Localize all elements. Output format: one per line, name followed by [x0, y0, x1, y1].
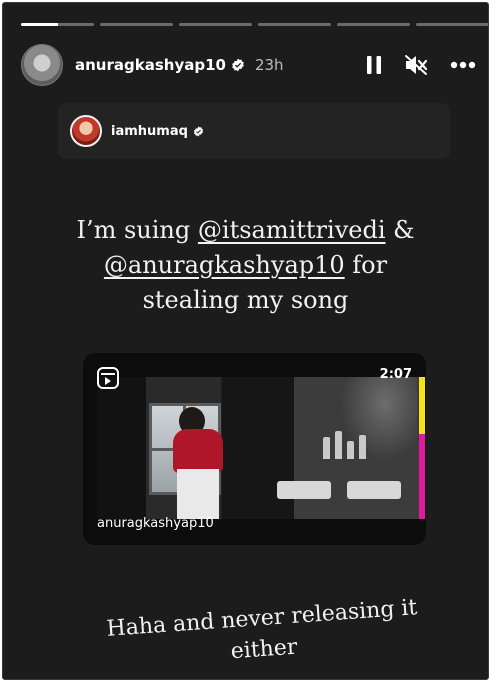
story-controls: [366, 54, 476, 76]
progress-segment: [416, 23, 488, 26]
caption-text: I’m suing: [76, 216, 198, 244]
reshared-avatar: [70, 115, 102, 147]
reel-icon: [97, 367, 119, 389]
caption-text: &: [385, 216, 415, 244]
story-caption: I’m suing @itsamittrivedi & @anuragkashy…: [63, 213, 428, 318]
progress-segment: [337, 23, 410, 26]
color-strip: [419, 377, 425, 519]
progress-segment: [100, 23, 173, 26]
reel-preview[interactable]: 2:07 anuragkashyap10: [83, 353, 426, 545]
pause-icon[interactable]: [366, 55, 382, 75]
video-username: anuragkashyap10: [97, 516, 214, 531]
video-frame: [97, 377, 425, 519]
story-viewer[interactable]: anuragkashyap10 23h iamhumaq I’m suing @…: [2, 2, 489, 680]
progress-segment: [258, 23, 331, 26]
reshared-username: iamhumaq: [111, 123, 188, 139]
story-header: anuragkashyap10 23h: [21, 43, 476, 87]
caption-text: for: [344, 251, 388, 279]
post-time: 23h: [254, 56, 284, 74]
verified-badge-icon: [232, 58, 244, 72]
avatar[interactable]: [21, 44, 63, 86]
progress-bar: [21, 23, 488, 26]
verified-badge-icon: [193, 125, 204, 137]
progress-segment: [21, 23, 94, 26]
progress-segment: [179, 23, 252, 26]
story-caption-secondary: Haha and never releasing it either: [71, 590, 454, 678]
video-duration: 2:07: [379, 367, 412, 382]
bottles-image: [319, 429, 379, 459]
username[interactable]: anuragkashyap10: [75, 56, 226, 74]
mention-anuragkashyap10[interactable]: @anuragkashyap10: [104, 251, 345, 279]
more-icon[interactable]: [450, 61, 476, 69]
muted-icon[interactable]: [404, 54, 428, 76]
reshared-from[interactable]: iamhumaq: [58, 103, 450, 159]
mention-itsamittrivedi[interactable]: @itsamittrivedi: [198, 216, 386, 244]
person-image: [167, 407, 231, 519]
caption-text: stealing my song: [142, 286, 349, 314]
sinks-image: [267, 459, 417, 519]
